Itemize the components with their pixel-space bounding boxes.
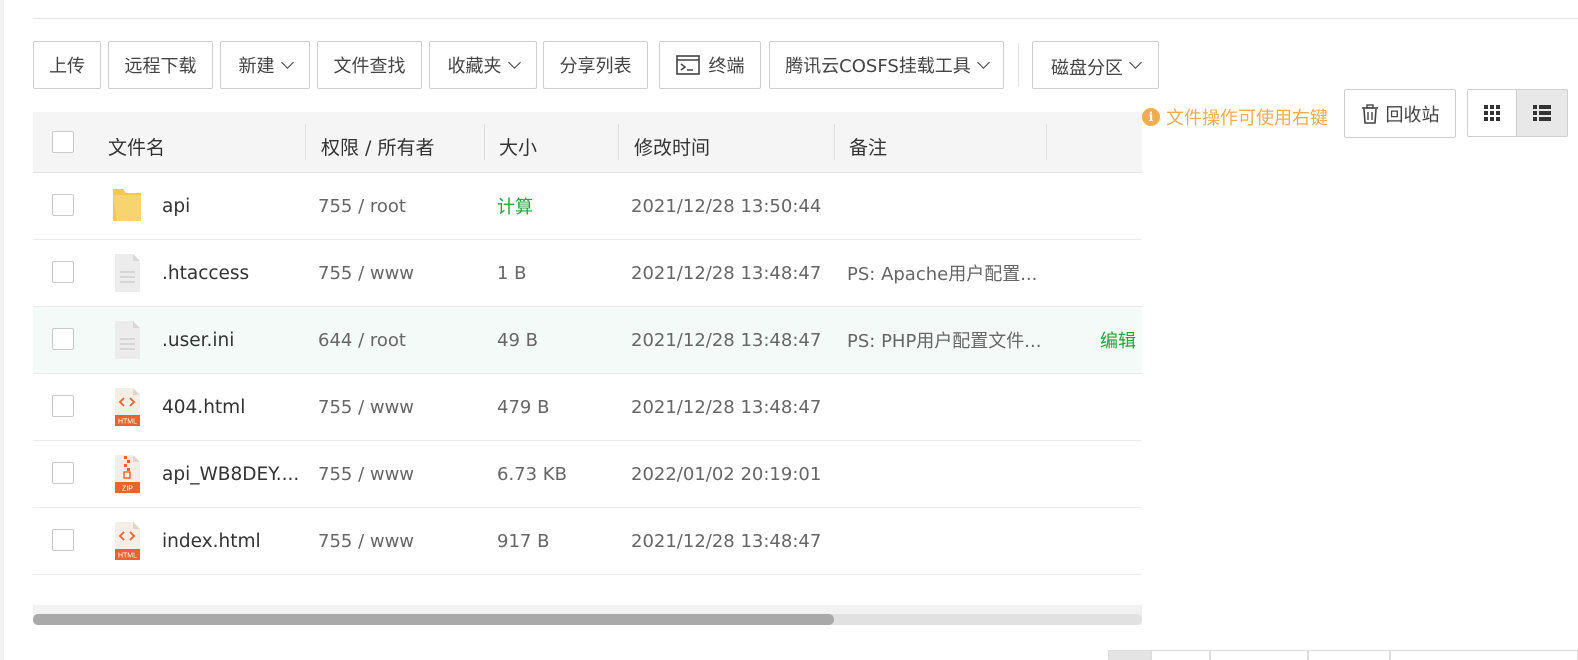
calculate-size-link[interactable]: 计算: [497, 173, 533, 239]
grid-icon: [1484, 105, 1500, 121]
file-name[interactable]: .htaccess: [162, 240, 249, 306]
row-checkbox[interactable]: [52, 462, 74, 484]
trash-icon: [1361, 103, 1378, 124]
pagination-item[interactable]: [1308, 650, 1390, 660]
column-resizer[interactable]: [834, 124, 835, 160]
file-size: 1 B: [497, 262, 527, 284]
toolbar-separator: [1018, 43, 1019, 87]
table-row[interactable]: .user.ini 644 / root 49 B 2021/12/28 13:…: [33, 307, 1142, 374]
column-header-note[interactable]: 备注: [849, 112, 887, 172]
column-header-permission[interactable]: 权限 / 所有者: [321, 112, 434, 172]
remote-download-button[interactable]: 远程下载: [108, 41, 213, 89]
file-modified-time: 2022/01/02 20:19:01: [631, 463, 822, 485]
text-file-icon: [115, 321, 140, 359]
chevron-down-icon: [507, 56, 521, 69]
column-header-size[interactable]: 大小: [499, 112, 537, 172]
table-row[interactable]: HTML 404.html 755 / www 479 B 2021/12/28…: [33, 374, 1142, 441]
file-modified-time: 2021/12/28 13:48:47: [631, 262, 822, 284]
column-resizer[interactable]: [618, 124, 619, 160]
file-permission[interactable]: 755 / www: [318, 374, 414, 440]
file-permission[interactable]: 755 / www: [318, 240, 414, 306]
file-name[interactable]: api: [162, 173, 190, 239]
file-permission[interactable]: 644 / root: [318, 307, 406, 373]
file-modified-time: 2021/12/28 13:48:47: [631, 530, 822, 552]
column-resizer[interactable]: [305, 124, 306, 160]
share-list-button[interactable]: 分享列表: [543, 41, 648, 89]
chevron-down-icon: [1129, 56, 1142, 69]
file-name[interactable]: 404.html: [162, 374, 245, 440]
file-name[interactable]: index.html: [162, 508, 261, 574]
list-icon: [1533, 105, 1551, 121]
row-checkbox[interactable]: [52, 194, 74, 216]
svg-text:ZIP: ZIP: [122, 486, 133, 493]
row-checkbox[interactable]: [52, 395, 74, 417]
file-name[interactable]: .user.ini: [162, 307, 234, 373]
chevron-down-icon: [280, 56, 294, 69]
new-dropdown-button[interactable]: 新建: [220, 41, 310, 89]
file-name[interactable]: api_WB8DEY....: [162, 441, 299, 507]
file-permission[interactable]: 755 / www: [318, 441, 414, 507]
file-size: 479 B: [497, 396, 550, 418]
file-search-button[interactable]: 文件查找: [317, 41, 422, 89]
select-all-checkbox[interactable]: [52, 131, 74, 153]
file-permission[interactable]: 755 / root: [318, 173, 406, 239]
file-note[interactable]: PS: Apache用户配置...: [847, 240, 1037, 306]
row-checkbox[interactable]: [52, 328, 74, 350]
text-file-icon: [115, 254, 140, 292]
file-modified-time: 2021/12/28 13:48:47: [631, 329, 822, 351]
chevron-down-icon: [976, 56, 990, 69]
left-edge: [0, 0, 4, 660]
svg-text:HTML: HTML: [118, 553, 137, 560]
list-view-button[interactable]: [1516, 89, 1568, 137]
column-resizer[interactable]: [1046, 124, 1047, 160]
column-resizer[interactable]: [484, 124, 485, 160]
context-menu-tip: i 文件操作可使用右键: [1142, 104, 1328, 130]
disk-partition-dropdown-button[interactable]: 磁盘分区: [1032, 41, 1159, 89]
file-permission[interactable]: 755 / www: [318, 508, 414, 574]
file-note[interactable]: PS: PHP用户配置文件...: [847, 307, 1041, 373]
file-table: 文件名 权限 / 所有者 大小 修改时间 备注 api 755 / root 计…: [33, 112, 1142, 575]
table-row[interactable]: HTML index.html 755 / www 917 B 2021/12/…: [33, 508, 1142, 575]
file-size: 917 B: [497, 530, 550, 552]
table-row[interactable]: api 755 / root 计算 2021/12/28 13:50:44: [33, 173, 1142, 240]
pagination-item[interactable]: [1210, 650, 1308, 660]
info-icon: i: [1142, 108, 1160, 126]
horizontal-scrollbar-thumb[interactable]: [33, 614, 834, 625]
column-header-modified[interactable]: 修改时间: [634, 112, 710, 172]
html-file-icon: HTML: [115, 522, 140, 560]
terminal-button[interactable]: 终端: [659, 41, 761, 89]
terminal-icon: [675, 55, 700, 75]
svg-text:HTML: HTML: [118, 419, 137, 426]
table-row[interactable]: .htaccess 755 / www 1 B 2021/12/28 13:48…: [33, 240, 1142, 307]
recycle-bin-button[interactable]: 回收站: [1344, 89, 1456, 138]
cosfs-tool-dropdown-button[interactable]: 腾讯云COSFS挂载工具: [769, 41, 1004, 89]
table-row[interactable]: ZIP api_WB8DEY.... 755 / www 6.73 KB 202…: [33, 441, 1142, 508]
column-header-name[interactable]: 文件名: [108, 112, 165, 172]
upload-button[interactable]: 上传: [33, 41, 101, 89]
table-header: 文件名 权限 / 所有者 大小 修改时间 备注: [33, 112, 1142, 173]
favorites-dropdown-button[interactable]: 收藏夹: [429, 41, 537, 89]
edit-link[interactable]: 编辑: [1100, 307, 1136, 373]
html-file-icon: HTML: [115, 388, 140, 426]
file-size: 6.73 KB: [497, 463, 567, 485]
row-checkbox[interactable]: [52, 529, 74, 551]
file-modified-time: 2021/12/28 13:48:47: [631, 396, 822, 418]
pagination-item[interactable]: [1108, 650, 1151, 660]
file-size: 49 B: [497, 329, 538, 351]
pagination-item[interactable]: [1390, 650, 1578, 660]
row-checkbox[interactable]: [52, 261, 74, 283]
file-modified-time: 2021/12/28 13:50:44: [631, 195, 822, 217]
grid-view-button[interactable]: [1467, 89, 1517, 137]
pagination-item[interactable]: [1151, 650, 1210, 660]
zip-file-icon: ZIP: [115, 455, 140, 493]
folder-icon: [113, 189, 141, 221]
top-divider: [33, 18, 1578, 19]
